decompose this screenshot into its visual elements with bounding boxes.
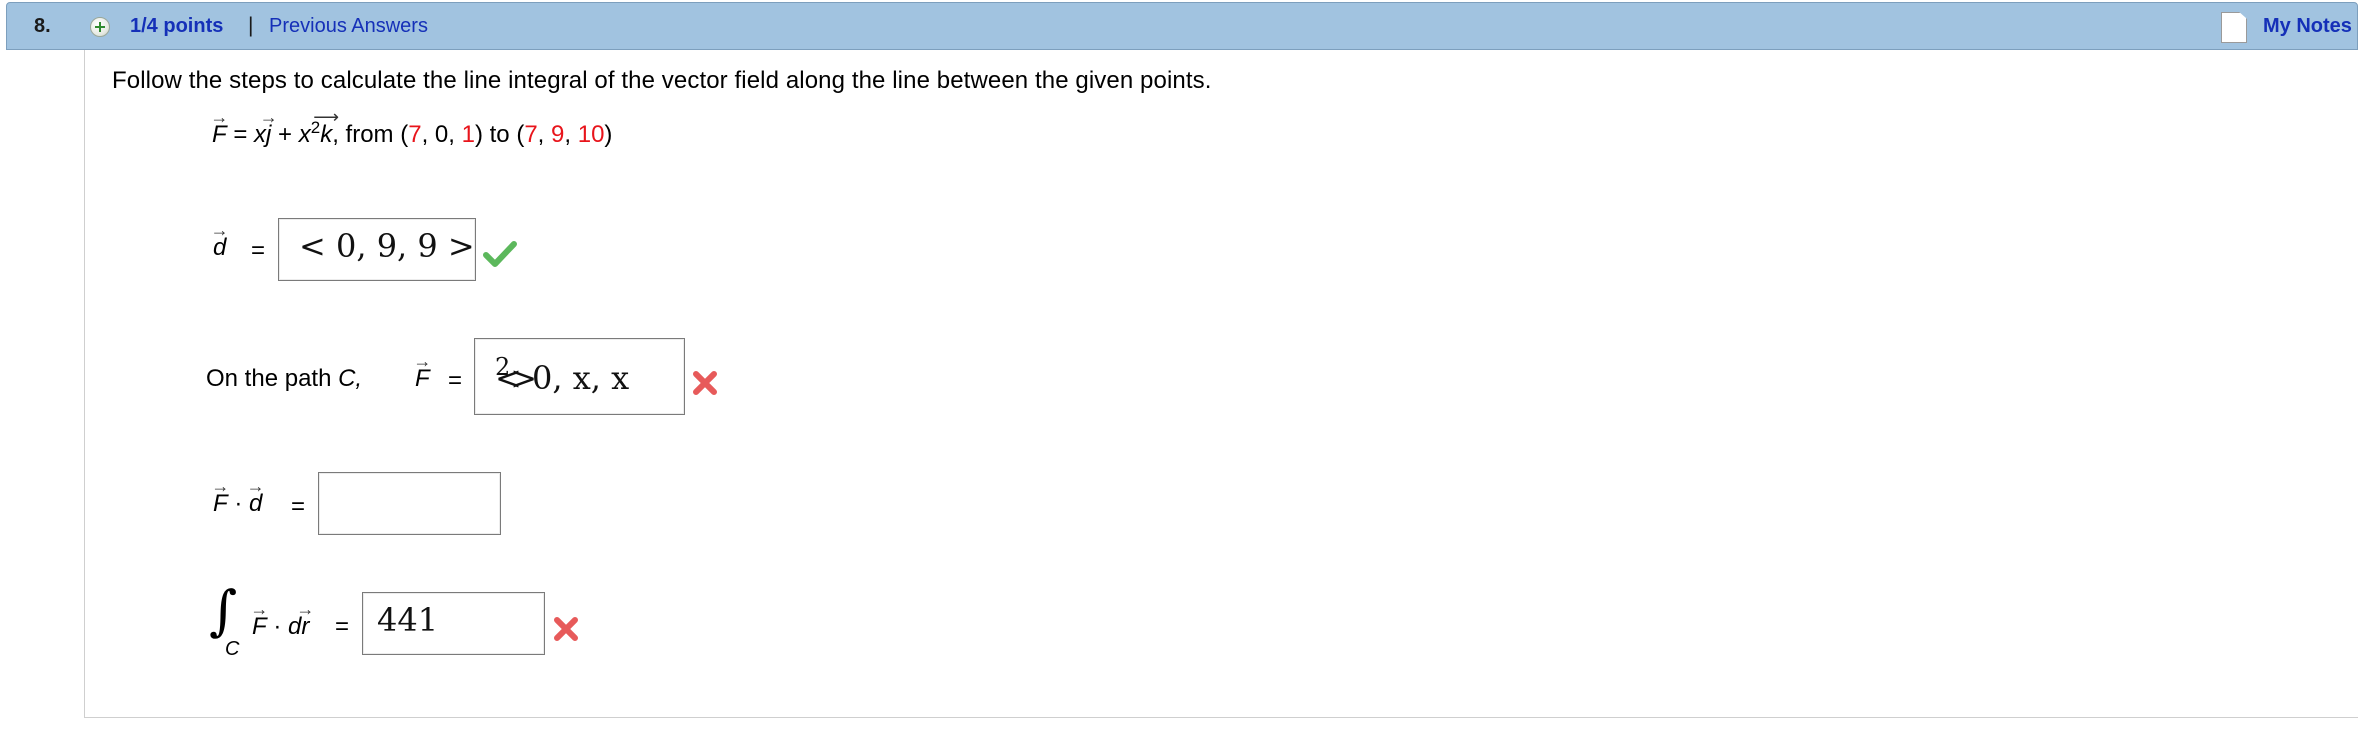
question-instruction: Follow the steps to calculate the line i… [112, 67, 1212, 94]
integral-answer-field[interactable]: 441 [362, 592, 545, 655]
integral-integrand: → F · d → r [250, 599, 315, 640]
question-header: 8. 1/4 points | Previous Answers My Note… [6, 2, 2358, 50]
f-on-path-answer-field[interactable]: < 0, x, x2 > [474, 338, 685, 415]
f-on-path-var: → F [413, 351, 432, 392]
points-link[interactable]: 1/4 points [130, 15, 223, 38]
checkmark-icon [483, 241, 517, 267]
f-on-path-label: On the path C, [206, 365, 363, 392]
previous-answers-link[interactable]: Previous Answers [269, 15, 428, 38]
integral-symbol: ∫ [209, 579, 238, 642]
f-dot-d-equals: = [291, 493, 306, 520]
vector-j: → j [259, 107, 278, 148]
my-notes-link[interactable]: My Notes [2263, 15, 2352, 38]
d-label: → d [210, 220, 229, 261]
vector-F: → F [210, 107, 229, 148]
f-on-path-equals: = [448, 367, 463, 394]
document-icon[interactable] [2221, 12, 2247, 43]
d-answer-field[interactable]: < 0, 9, 9 > [278, 218, 476, 281]
d-equals: = [251, 237, 266, 264]
x-mark-icon [554, 617, 578, 641]
f-dot-d-answer-field[interactable] [318, 472, 501, 535]
integral-subscript: C [225, 638, 240, 660]
f-dot-d-label: → F · → d [211, 476, 265, 517]
vector-field-formula: → F = x → j + x2 ⟶ k, from (7, 0, 1) to (7, 9… [210, 107, 613, 148]
x-mark-icon [693, 371, 717, 395]
vector-k: ⟶ k [313, 107, 340, 148]
separator: | [248, 14, 254, 37]
integral-equals: = [335, 613, 350, 640]
question-number: 8. [34, 15, 51, 37]
plus-circle-icon[interactable] [90, 17, 110, 37]
